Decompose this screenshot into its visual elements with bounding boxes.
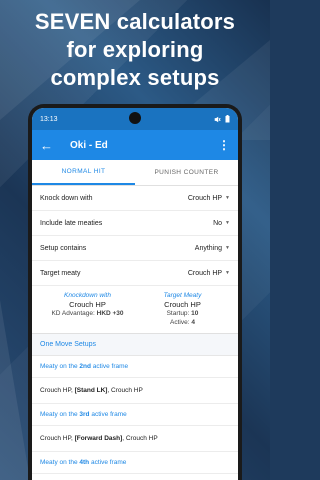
setting-label: Setup contains [40,244,87,252]
phone-frame: 13:13 ← Oki - Ed ⋮ NORMAL HIT PUNISH COU… [28,104,242,480]
setting-value: Crouch HP [187,194,223,202]
tab-bar: NORMAL HIT PUNISH COUNTER [32,160,238,186]
setup-summary: Knockdown with Crouch HP KD Advantage: H… [32,286,238,334]
dropdown-arrow-icon: ▼ [225,220,230,226]
startup-label: Startup: [166,310,190,317]
startup-value: 10 [191,310,199,317]
setting-label: Include late meaties [40,219,103,227]
app-bar: ← Oki - Ed ⋮ [32,130,238,160]
setup-sequence[interactable]: Crouch HP, [Stand LK], Crouch HP [32,378,238,404]
promo-headline: SEVEN calculators for exploring complex … [0,8,270,92]
headline-line-3: complex setups [50,65,220,90]
setup-contains-select[interactable]: Setup contains Anything ▼ [32,236,238,261]
target-meaty-select[interactable]: Target meaty Crouch HP ▼ [32,261,238,286]
kd-advantage-value: HKD +30 [96,310,124,317]
meaty-header: Meaty on the 2nd active frame [32,356,238,378]
target-move: Crouch HP [164,300,201,309]
dropdown-arrow-icon: ▼ [225,270,230,276]
setup-sequence[interactable]: Crouch HP, [Forward Dash], Crouch HP [32,426,238,452]
arrow-back-icon[interactable]: ← [40,138,60,153]
setting-value: Crouch HP [187,269,223,277]
mute-icon [214,116,221,122]
kd-advantage-label: KD Advantage: [51,310,95,317]
setting-value: Anything [194,244,223,252]
setting-label: Knock down with [40,194,93,202]
headline-line-1: SEVEN calculators [34,9,236,34]
knockdown-with-select[interactable]: Knock down with Crouch HP ▼ [32,186,238,211]
target-summary: Target Meaty Crouch HP Startup: 10 Activ… [135,291,230,327]
app-title: Oki - Ed [70,139,108,151]
active-label: Active: [170,319,190,326]
status-time: 13:13 [40,115,58,123]
knockdown-move: Crouch HP [69,300,106,309]
dropdown-arrow-icon: ▼ [225,245,230,251]
setting-value: No [213,219,223,227]
dropdown-arrow-icon: ▼ [225,195,230,201]
knockdown-summary: Knockdown with Crouch HP KD Advantage: H… [40,291,135,327]
late-meaties-select[interactable]: Include late meaties No ▼ [32,211,238,236]
headline-line-2: for exploring [66,37,204,62]
tab-normal-hit[interactable]: NORMAL HIT [32,160,135,185]
tab-punish-counter[interactable]: PUNISH COUNTER [135,160,238,185]
knockdown-heading: Knockdown with [64,292,111,299]
meaty-header: Meaty on the 3rd active frame [32,404,238,426]
more-vert-icon[interactable]: ⋮ [218,138,230,152]
target-heading: Target Meaty [163,292,202,299]
section-title: One Move Setups [32,334,238,356]
status-icons [214,115,230,123]
battery-icon [225,115,230,123]
setting-label: Target meaty [40,269,81,277]
phone-screen: 13:13 ← Oki - Ed ⋮ NORMAL HIT PUNISH COU… [32,108,238,480]
meaty-header: Meaty on the 4th active frame [32,452,238,474]
active-value: 4 [191,319,195,326]
camera-cutout [129,112,141,124]
